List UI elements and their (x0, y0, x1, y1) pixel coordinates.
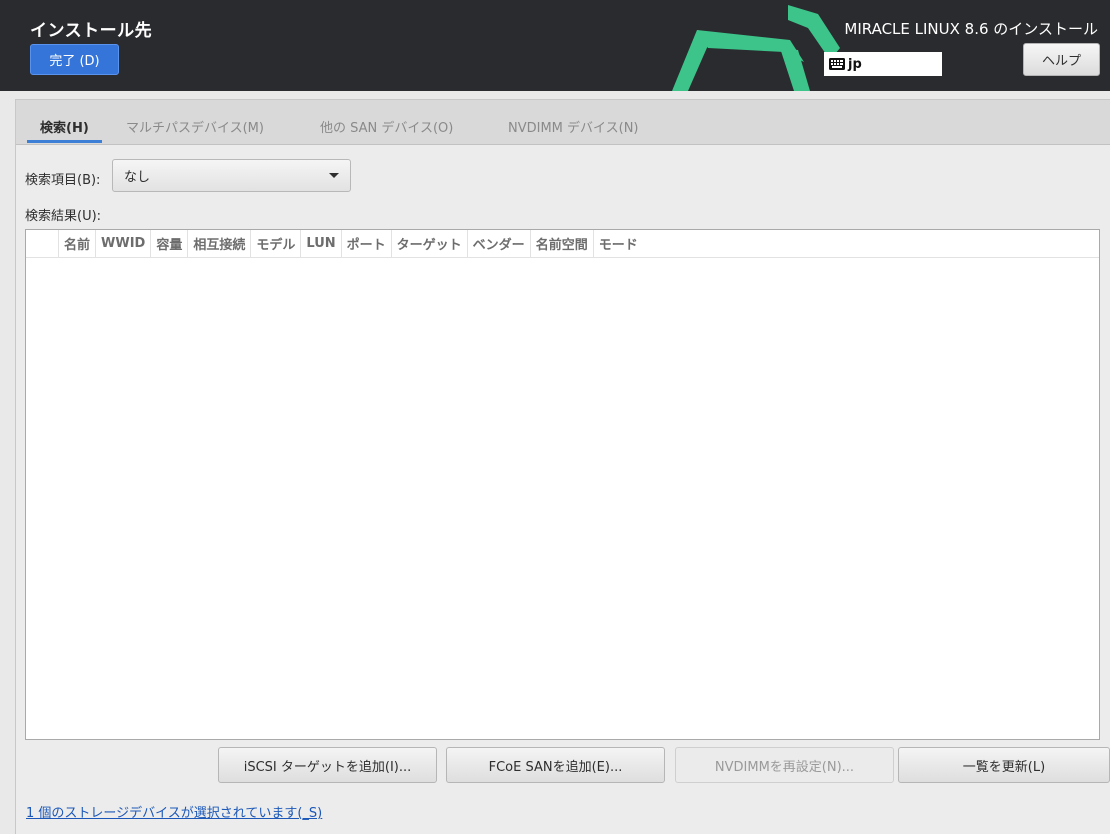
column-header-wwid[interactable]: WWID (96, 230, 152, 257)
search-results-table[interactable]: 名前 WWID 容量 相互接続 モデル LUN ポート ターゲット ベンダー 名… (25, 229, 1100, 740)
tab-multipath-devices[interactable]: マルチパスデバイス(M) (126, 117, 264, 136)
keyboard-layout-indicator[interactable]: jp (824, 52, 942, 76)
main-panel: 検索(H) マルチパスデバイス(M) 他の SAN デバイス(O) NVDIMM… (15, 99, 1110, 834)
column-header-interconnect[interactable]: 相互接続 (188, 230, 252, 257)
add-fcoe-san-button[interactable]: FCoE SANを追加(E)... (446, 747, 665, 783)
add-iscsi-target-button[interactable]: iSCSI ターゲットを追加(I)... (218, 747, 437, 783)
column-header-vendor[interactable]: ベンダー (468, 230, 531, 257)
dropdown-arrow-icon (329, 173, 339, 178)
column-header-namespace[interactable]: 名前空間 (531, 230, 594, 257)
header-bar: インストール先 完了 (D) MIRACLE LINUX 8.6 のインストール… (0, 0, 1110, 91)
column-header-port[interactable]: ポート (342, 230, 392, 257)
header-logo-art (672, 5, 840, 91)
product-title: MIRACLE LINUX 8.6 のインストール (844, 20, 1098, 38)
tab-search[interactable]: 検索(H) (40, 117, 89, 136)
column-header-lun[interactable]: LUN (301, 230, 342, 257)
active-tab-indicator (27, 140, 102, 143)
reconfigure-nvdimm-button[interactable]: NVDIMMを再設定(N)... (675, 747, 894, 783)
help-button[interactable]: ヘルプ (1023, 43, 1100, 76)
done-button[interactable]: 完了 (D) (30, 44, 119, 75)
selected-devices-link[interactable]: 1 個のストレージデバイスが選択されています(_S) (26, 802, 322, 821)
column-header-capacity[interactable]: 容量 (151, 230, 189, 257)
search-results-label: 検索結果(U): (25, 209, 102, 224)
search-by-selected-value: なし (124, 170, 151, 185)
search-by-dropdown[interactable]: なし (112, 159, 351, 192)
keyboard-layout-label: jp (848, 56, 862, 72)
keyboard-icon (829, 58, 845, 70)
tab-other-san-devices[interactable]: 他の SAN デバイス(O) (320, 117, 453, 136)
column-header-model[interactable]: モデル (251, 230, 302, 257)
column-header-target[interactable]: ターゲット (392, 230, 468, 257)
column-header-name[interactable]: 名前 (59, 230, 97, 257)
column-header-select[interactable] (26, 230, 59, 257)
refresh-list-button[interactable]: 一覧を更新(L) (898, 747, 1110, 783)
tab-bar: 検索(H) マルチパスデバイス(M) 他の SAN デバイス(O) NVDIMM… (16, 100, 1110, 145)
search-by-label: 検索項目(B): (25, 173, 101, 188)
table-header: 名前 WWID 容量 相互接続 モデル LUN ポート ターゲット ベンダー 名… (26, 230, 1099, 258)
tab-nvdimm-devices[interactable]: NVDIMM デバイス(N) (508, 117, 639, 136)
page-title: インストール先 (30, 21, 153, 41)
column-header-mode[interactable]: モード (594, 230, 643, 257)
